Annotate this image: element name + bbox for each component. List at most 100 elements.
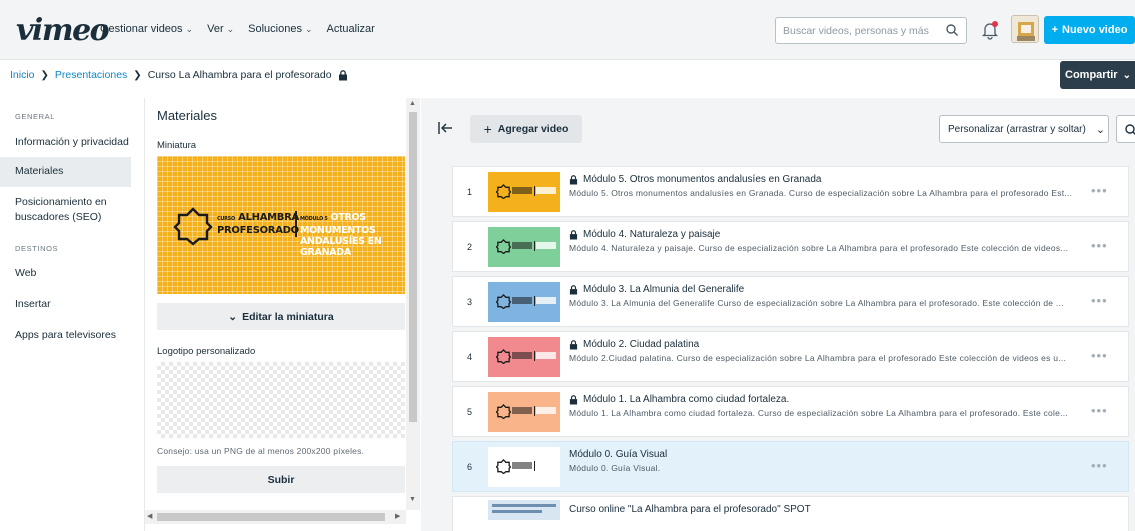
more-options-icon[interactable]: ••• <box>1091 458 1108 473</box>
alhambra-logo-icon <box>496 404 511 419</box>
thumbnail-small-text: CURSO <box>217 216 235 222</box>
user-avatar[interactable] <box>1011 15 1039 43</box>
custom-logo-label: Logotipo personalizado <box>157 346 256 357</box>
sidebar-item-tv-apps[interactable]: Apps para televisores <box>0 328 131 343</box>
scrollbar-thumb[interactable] <box>157 513 385 521</box>
bell-icon[interactable] <box>981 20 999 40</box>
video-title-group[interactable]: Módulo 2. Ciudad palatina <box>569 339 699 350</box>
video-row[interactable]: 2 Módulo 4. Naturaleza y paisaje Módulo 4.… <box>452 221 1129 272</box>
video-row[interactable]: Curso online "La Alhambra para el profes… <box>452 496 1129 531</box>
video-search-button[interactable] <box>1116 115 1135 143</box>
more-options-icon[interactable]: ••• <box>1091 348 1108 363</box>
alhambra-logo-icon <box>496 459 511 474</box>
thumbnail-text-block <box>512 242 532 249</box>
chevron-right-icon: ❯ <box>40 69 49 81</box>
search-input[interactable] <box>776 18 936 43</box>
thumbnail-text-block <box>492 504 556 507</box>
horizontal-scrollbar[interactable]: ◀ ▶ <box>145 510 406 524</box>
sort-select[interactable]: Personalizar (arrastrar y soltar) ⌄ <box>939 115 1109 143</box>
video-title-group[interactable]: Módulo 5. Otros monumentos andalusíes en… <box>569 174 821 185</box>
sidebar-item-info-privacy[interactable]: Información y privacidad <box>0 135 131 150</box>
menu-upgrade[interactable]: Actualizar <box>327 23 375 35</box>
sidebar-item-seo[interactable]: Posicionamiento en buscadores (SEO) <box>0 195 125 225</box>
video-thumbnail[interactable] <box>488 392 560 432</box>
thumbnail-text-block <box>536 407 556 414</box>
video-title: Módulo 0. Guía Visual <box>569 449 668 460</box>
chevron-down-icon: ⌄ <box>228 310 238 323</box>
thumbnail-text-block <box>536 297 556 304</box>
chevron-down-icon: ⌄ <box>1122 69 1131 81</box>
scrollbar-thumb[interactable] <box>409 112 417 422</box>
video-title-group[interactable]: Curso online "La Alhambra para el profes… <box>569 504 811 515</box>
thumbnail-divider <box>534 351 535 361</box>
scroll-up-icon[interactable]: ▲ <box>409 100 416 107</box>
more-options-icon[interactable]: ••• <box>1091 238 1108 253</box>
video-thumbnail[interactable] <box>488 172 560 212</box>
video-title-group[interactable]: Módulo 1. La Alhambra como ciudad fortal… <box>569 394 789 405</box>
search-box <box>775 17 967 44</box>
menu-solutions[interactable]: Soluciones ⌄ <box>248 23 312 35</box>
thumbnail-text-block <box>536 242 556 249</box>
video-title: Módulo 3. La Almunia del Generalife <box>583 284 745 295</box>
search-icon <box>1125 124 1135 135</box>
video-row[interactable]: 3 Módulo 3. La Almunia del Generalife Módu… <box>452 276 1129 327</box>
menu-label: Soluciones <box>248 23 302 35</box>
video-row[interactable]: 6 Módulo 0. Guía Visual Módulo 0. Guía Vis… <box>452 441 1129 492</box>
thumbnail-text-block <box>536 187 556 194</box>
scroll-left-icon[interactable]: ◀ <box>147 512 152 520</box>
thumbnail-label: Miniatura <box>157 140 197 151</box>
thumbnail-line1: ALHAMBRA <box>238 212 299 223</box>
lock-icon <box>338 69 347 80</box>
more-options-icon[interactable]: ••• <box>1091 183 1108 198</box>
more-options-icon[interactable]: ••• <box>1091 403 1108 418</box>
breadcrumb-current: Curso La Alhambra para el profesorado <box>147 69 332 81</box>
video-title-group[interactable]: Módulo 3. La Almunia del Generalife <box>569 284 744 295</box>
add-video-button[interactable]: + Agregar video <box>470 115 582 143</box>
video-title: Módulo 2. Ciudad palatina <box>583 339 700 350</box>
lock-icon <box>569 394 578 404</box>
scroll-right-icon[interactable]: ▶ <box>395 512 400 520</box>
share-button[interactable]: Compartir ⌄ <box>1060 61 1135 89</box>
sidebar-item-materials[interactable]: Materiales <box>0 157 131 187</box>
video-row[interactable]: 5 Módulo 1. La Alhambra como ciudad forta… <box>452 386 1129 437</box>
edit-thumbnail-button[interactable]: ⌄ Editar la miniatura <box>157 303 405 330</box>
sidebar-item-embed[interactable]: Insertar <box>0 297 131 312</box>
chevron-right-icon: ❯ <box>133 69 142 81</box>
breadcrumb-parent[interactable]: Presentaciones <box>55 69 127 81</box>
menu-manage-videos[interactable]: Gestionar videos ⌄ <box>100 23 193 35</box>
video-title-group[interactable]: Módulo 4. Naturaleza y paisaje <box>569 229 720 240</box>
vimeo-logo[interactable]: vimeo <box>16 13 110 48</box>
more-options-icon[interactable]: ••• <box>1091 293 1108 308</box>
video-description: Módulo 4. Naturaleza y paisaje. Curso de… <box>569 243 1069 253</box>
thumbnail-text-block <box>536 352 556 359</box>
menu-watch[interactable]: Ver ⌄ <box>207 23 234 35</box>
video-row[interactable]: 4 Módulo 2. Ciudad palatina Módulo 2.Ciuda… <box>452 331 1129 382</box>
video-title-group[interactable]: Módulo 0. Guía Visual <box>569 449 667 460</box>
video-thumbnail[interactable] <box>488 447 560 487</box>
thumbnail-text-block <box>512 297 532 304</box>
breadcrumb-home[interactable]: Inicio <box>10 69 35 81</box>
thumbnail-text-block <box>536 462 556 469</box>
search-icon[interactable] <box>945 23 959 37</box>
video-thumbnail[interactable] <box>488 282 560 322</box>
scroll-down-icon[interactable]: ▼ <box>409 496 416 503</box>
sort-label: Personalizar (arrastrar y soltar) <box>948 123 1086 135</box>
upload-button[interactable]: Subir <box>157 466 405 493</box>
video-description: Módulo 3. La Almunia del Generalife Curs… <box>569 298 1064 308</box>
video-description: Módulo 5. Otros monumentos andalusíes en… <box>569 188 1073 198</box>
thumbnail-module-text: MÓDULO 5 OTROS MONUMENTOS ANDALUSÍES EN … <box>300 212 405 258</box>
new-video-button[interactable]: + Nuevo video <box>1044 16 1135 44</box>
plus-icon: + <box>1051 24 1059 36</box>
video-thumbnail[interactable] <box>488 500 560 520</box>
video-description: Módulo 2.Ciudad palatina. Curso de espec… <box>569 353 1067 363</box>
vertical-scrollbar[interactable]: ▲ ▼ <box>406 98 420 510</box>
logo-dropzone[interactable] <box>157 362 405 438</box>
sidebar-item-web[interactable]: Web <box>0 266 131 281</box>
thumbnail-divider <box>534 406 535 416</box>
video-thumbnail[interactable] <box>488 227 560 267</box>
showcase-thumbnail: CURSO ALHAMBRA PROFESORADO MÓDULO 5 OTRO… <box>157 156 405 294</box>
video-row[interactable]: 1 Módulo 5. Otros monumentos andalusíes e… <box>452 166 1129 217</box>
share-label: Compartir <box>1065 69 1118 81</box>
collapse-panel-icon[interactable] <box>437 120 453 136</box>
video-thumbnail[interactable] <box>488 337 560 377</box>
